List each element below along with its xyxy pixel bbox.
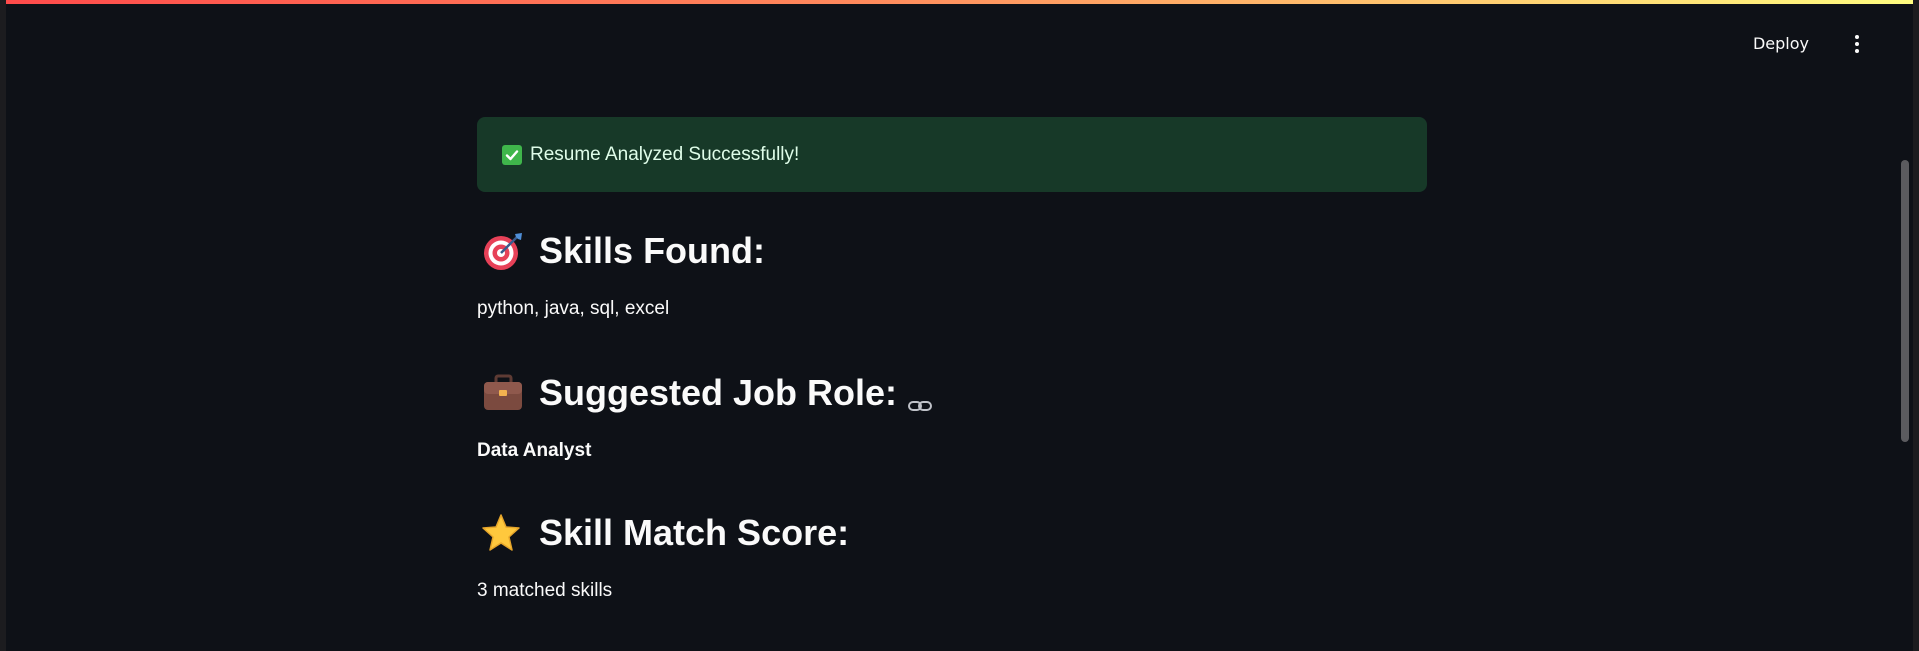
skills-heading: Skills Found: <box>477 226 1427 276</box>
check-mark-icon <box>502 144 522 165</box>
link-icon[interactable] <box>907 383 933 411</box>
top-decoration-bar <box>6 0 1913 4</box>
skills-title: Skills Found: <box>539 230 766 271</box>
match-score-heading: Skill Match Score: <box>477 508 1427 558</box>
alert-message: Resume Analyzed Successfully! <box>530 143 800 165</box>
match-score-value: 3 matched skills <box>477 580 613 601</box>
deploy-button[interactable]: Deploy <box>1743 30 1819 58</box>
kebab-menu-icon[interactable] <box>1841 28 1873 60</box>
vertical-scrollbar[interactable] <box>1901 160 1909 442</box>
job-role-title: Suggested Job Role: <box>539 372 898 413</box>
briefcase-icon <box>481 373 527 413</box>
star-icon <box>481 513 527 553</box>
job-role-heading: Suggested Job Role: <box>477 368 1427 418</box>
job-role-value: Data Analyst <box>477 440 592 461</box>
match-score-title: Skill Match Score: <box>539 512 850 553</box>
skills-list: python, java, sql, excel <box>477 298 670 319</box>
app-window: Deploy Resume Analyzed Successfully! Ski… <box>6 0 1913 651</box>
main-content: Resume Analyzed Successfully! Skills Fou… <box>477 117 1427 604</box>
target-icon <box>481 231 527 271</box>
success-alert: Resume Analyzed Successfully! <box>477 117 1427 192</box>
